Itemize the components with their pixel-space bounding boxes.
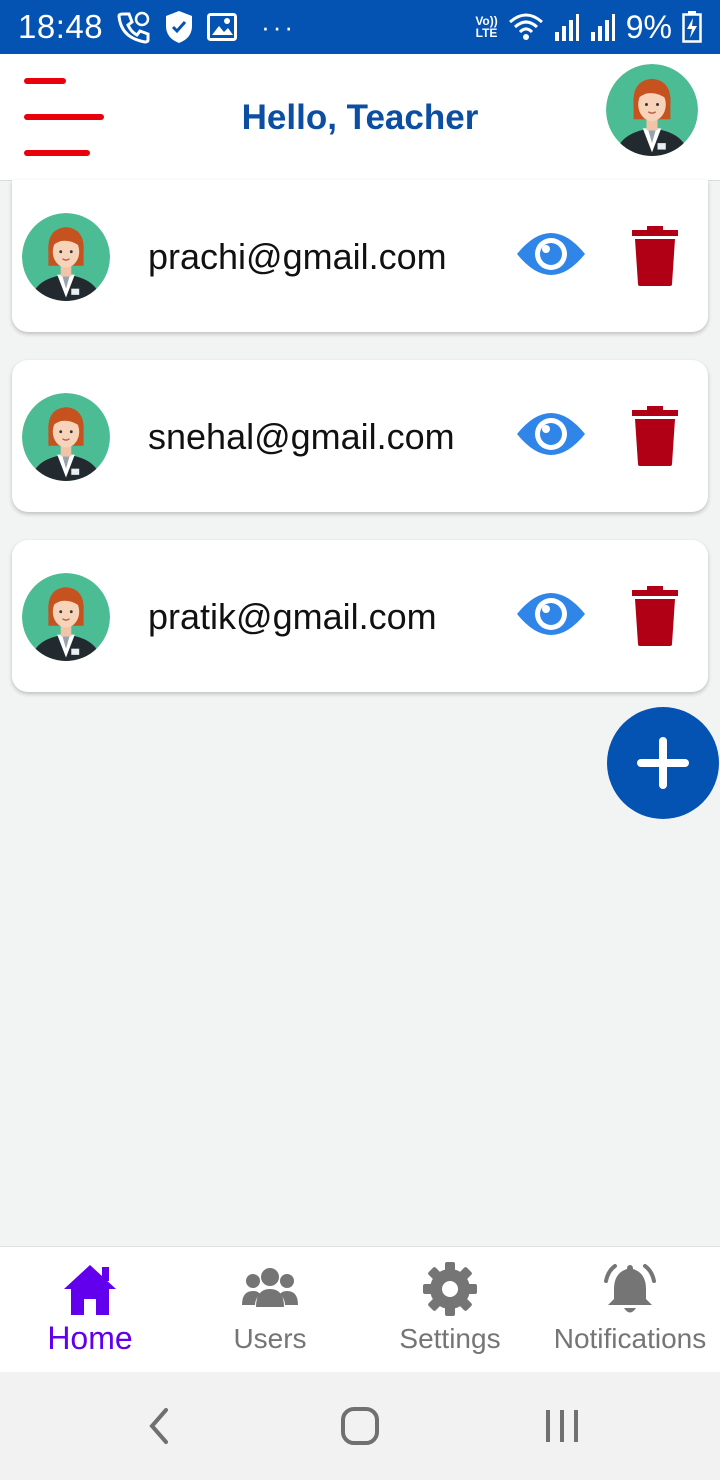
lte-label: LTE: [475, 26, 498, 40]
battery-charging-icon: [682, 11, 702, 43]
nav-users[interactable]: Users: [180, 1247, 360, 1373]
add-user-button[interactable]: [607, 707, 719, 819]
status-time: 18:48: [18, 8, 104, 45]
gear-icon: [423, 1262, 477, 1316]
plus-icon: [637, 737, 689, 789]
user-card: snehal@gmail.com: [12, 360, 708, 512]
nav-notifications-label: Notifications: [553, 1323, 707, 1354]
back-icon[interactable]: [130, 1400, 190, 1452]
nav-users-label: Users: [233, 1323, 307, 1354]
wifi-icon: [508, 13, 543, 40]
user-card: prachi@gmail.com: [12, 180, 708, 332]
eye-icon[interactable]: [515, 586, 587, 642]
app-header: Hello, Teacher: [0, 54, 720, 181]
status-bar: 18:48 ··· Vo)) LTE 9%: [0, 0, 720, 54]
battery-percent: 9%: [625, 8, 672, 45]
signal-icon-2: [590, 14, 615, 41]
signal-icon: [554, 14, 579, 41]
more-notifications-icon: ···: [261, 11, 297, 42]
home-button-icon[interactable]: [330, 1400, 390, 1452]
avatar: [22, 573, 110, 661]
shield-icon: [166, 11, 193, 43]
bell-icon: [604, 1264, 656, 1313]
user-list: prachi@gmail.com snehal@gmail.com pratik…: [12, 180, 708, 720]
user-email: prachi@gmail.com: [148, 236, 447, 277]
home-icon: [64, 1265, 116, 1315]
profile-avatar[interactable]: [606, 64, 698, 156]
status-left: 18:48 ···: [18, 8, 296, 46]
recent-apps-icon[interactable]: [532, 1400, 592, 1452]
image-icon: [207, 13, 238, 41]
system-navigation-bar: [0, 1372, 720, 1480]
trash-icon[interactable]: [630, 226, 680, 286]
avatar: [22, 393, 110, 481]
bottom-navigation: Home Users Settings Notifications: [0, 1246, 720, 1372]
nav-settings-label: Settings: [399, 1323, 501, 1354]
status-right: Vo)) LTE 9%: [475, 9, 702, 46]
eye-icon[interactable]: [515, 226, 587, 282]
nav-settings[interactable]: Settings: [360, 1247, 540, 1373]
trash-icon[interactable]: [630, 586, 680, 646]
user-card: pratik@gmail.com: [12, 540, 708, 692]
volte-indicator: Vo)) LTE: [475, 15, 497, 39]
nav-home[interactable]: Home: [0, 1247, 180, 1373]
trash-icon[interactable]: [630, 406, 680, 466]
eye-icon[interactable]: [515, 406, 587, 462]
nav-home-label: Home: [47, 1320, 133, 1356]
wifi-calling-icon: [117, 11, 150, 44]
nav-notifications[interactable]: Notifications: [540, 1247, 720, 1373]
user-email: snehal@gmail.com: [148, 416, 455, 457]
users-icon: [242, 1268, 298, 1307]
user-email: pratik@gmail.com: [148, 596, 437, 637]
avatar: [22, 213, 110, 301]
